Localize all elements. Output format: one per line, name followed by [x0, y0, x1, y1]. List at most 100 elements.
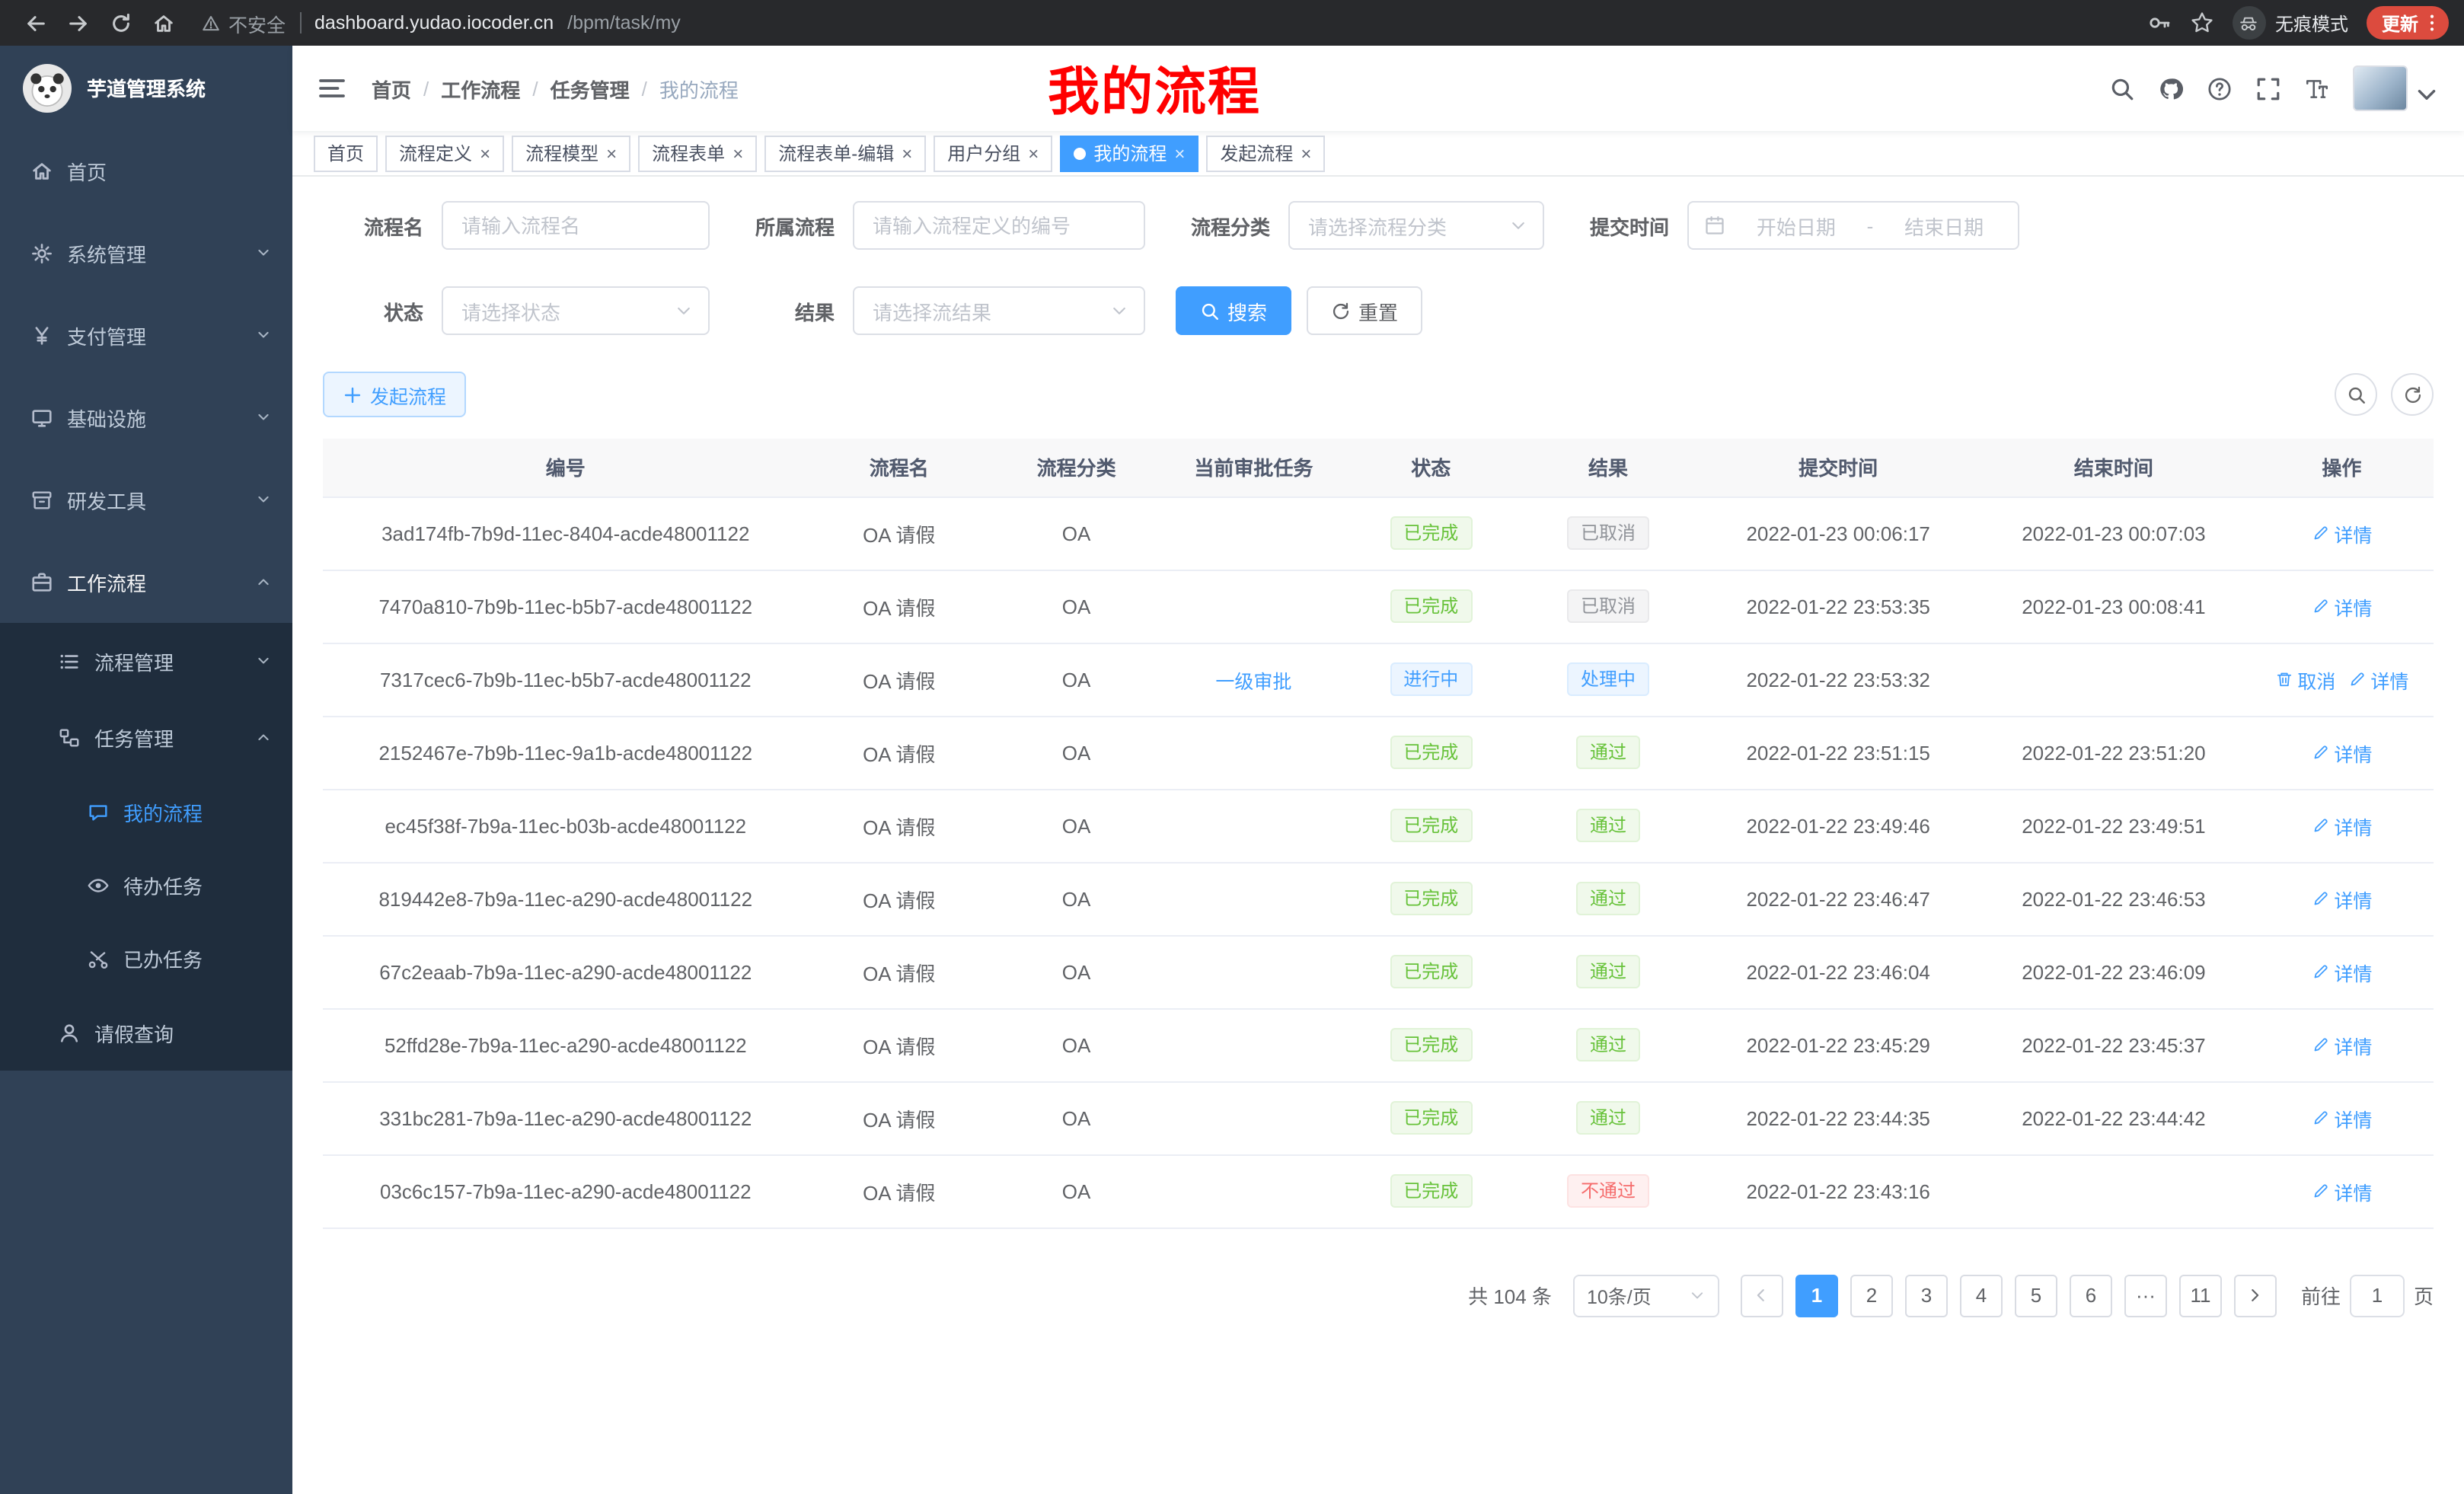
goto-page-input[interactable]: [2350, 1274, 2405, 1317]
detail-link[interactable]: 详情: [2311, 738, 2372, 767]
page-button[interactable]: 4: [1960, 1274, 2003, 1317]
sidebar-toggle-icon[interactable]: [317, 73, 347, 104]
view-tab[interactable]: 发起流程 ×: [1206, 135, 1325, 171]
sidebar-item[interactable]: 系统管理: [0, 212, 292, 294]
search-button[interactable]: 搜索: [1176, 286, 1291, 335]
close-icon[interactable]: ×: [902, 144, 912, 162]
sidebar-item[interactable]: 研发工具: [0, 458, 292, 541]
bookmark-star-icon[interactable]: [2190, 11, 2214, 35]
close-icon[interactable]: ×: [1028, 144, 1039, 162]
sidebar-menu: 首页系统管理支付管理基础设施研发工具工作流程: [0, 129, 292, 623]
page-button[interactable]: 11: [2179, 1274, 2222, 1317]
process-name-input[interactable]: [442, 201, 710, 250]
submit-time-range-picker[interactable]: 开始日期 - 结束日期: [1687, 201, 2019, 250]
view-tab[interactable]: 流程模型×: [512, 135, 630, 171]
sidebar-item[interactable]: 基础设施: [0, 376, 292, 458]
page-size-select[interactable]: 10条/页: [1573, 1274, 1719, 1317]
sidebar-item[interactable]: 工作流程: [0, 541, 292, 623]
sidebar-item[interactable]: 请假查询: [0, 994, 292, 1071]
sidebar-item[interactable]: 已办任务: [0, 921, 292, 994]
breadcrumb-item[interactable]: 工作流程: [441, 74, 520, 103]
address-bar[interactable]: 不安全 dashboard.yudao.iocoder.cn/bpm/task/…: [201, 8, 2144, 37]
security-indicator[interactable]: 不安全: [201, 8, 286, 37]
page-button[interactable]: 3: [1905, 1274, 1948, 1317]
page-size-value: 10条/页: [1587, 1281, 1652, 1310]
detail-link[interactable]: 详情: [2311, 1030, 2372, 1059]
view-tab[interactable]: 用户分组×: [934, 135, 1052, 171]
column-header: 流程分类: [990, 439, 1163, 496]
refresh-table-button[interactable]: [2391, 373, 2434, 416]
breadcrumb-item[interactable]: 任务管理: [551, 74, 630, 103]
github-icon[interactable]: [2158, 75, 2184, 101]
close-icon[interactable]: ×: [732, 144, 743, 162]
edit-icon: [2311, 597, 2329, 615]
search-icon: [2346, 385, 2366, 404]
sidebar-item[interactable]: 待办任务: [0, 848, 292, 921]
view-tab[interactable]: 流程定义×: [385, 135, 504, 171]
goto-suffix: 页: [2414, 1281, 2434, 1310]
browser-back-button[interactable]: [15, 3, 55, 43]
breadcrumb: 首页/工作流程/任务管理/我的流程: [372, 74, 739, 103]
cancel-link[interactable]: 取消: [2274, 665, 2335, 694]
app-logo[interactable]: 芋道管理系统: [0, 46, 292, 129]
close-icon[interactable]: ×: [480, 144, 490, 162]
browser-update-button[interactable]: 更新: [2367, 6, 2449, 40]
sidebar-item[interactable]: 支付管理: [0, 294, 292, 376]
detail-link[interactable]: 详情: [2311, 1176, 2372, 1205]
view-tab-label: 发起流程: [1220, 140, 1293, 166]
browser-forward-button[interactable]: [58, 3, 97, 43]
detail-link[interactable]: 详情: [2311, 884, 2372, 913]
prev-page-button[interactable]: [1741, 1274, 1783, 1317]
detail-link[interactable]: 详情: [2311, 1103, 2372, 1132]
result-select[interactable]: 请选择流结果: [853, 286, 1145, 335]
view-tab[interactable]: 首页: [314, 135, 378, 171]
reset-button[interactable]: 重置: [1307, 286, 1422, 335]
breadcrumb-item[interactable]: 首页: [372, 74, 411, 103]
sidebar-item[interactable]: 任务管理: [0, 699, 292, 775]
cell-result: 处理中: [1518, 643, 1699, 716]
header-search-icon[interactable]: [2109, 75, 2135, 101]
password-key-icon[interactable]: [2147, 11, 2172, 35]
status-select[interactable]: 请选择状态: [442, 286, 710, 335]
page-button[interactable]: 1: [1795, 1274, 1838, 1317]
plus-icon: [343, 385, 362, 404]
user-menu[interactable]: [2353, 65, 2440, 111]
cell-result: 不通过: [1518, 1154, 1699, 1227]
browser-home-button[interactable]: [143, 3, 183, 43]
view-tab[interactable]: 流程表单×: [638, 135, 757, 171]
category-select[interactable]: 请选择流程分类: [1288, 201, 1544, 250]
font-size-icon[interactable]: [2304, 75, 2330, 101]
url-host: dashboard.yudao.iocoder.cn: [314, 12, 554, 34]
sidebar-item[interactable]: 流程管理: [0, 623, 292, 699]
current-task-link[interactable]: 一级审批: [1215, 665, 1291, 694]
fullscreen-icon[interactable]: [2255, 75, 2281, 101]
next-page-button[interactable]: [2234, 1274, 2277, 1317]
close-icon[interactable]: ×: [1174, 144, 1185, 162]
toggle-search-button[interactable]: [2335, 373, 2377, 416]
column-header: 当前审批任务: [1163, 439, 1344, 496]
sidebar-item[interactable]: 首页: [0, 129, 292, 212]
chevron-down-icon: [1110, 302, 1128, 320]
detail-link[interactable]: 详情: [2311, 519, 2372, 547]
detail-link[interactable]: 详情: [2311, 811, 2372, 840]
view-tab[interactable]: 我的流程×: [1060, 135, 1198, 171]
view-tab[interactable]: 流程表单-编辑×: [764, 135, 926, 171]
page-button[interactable]: 6: [2070, 1274, 2112, 1317]
column-header: 操作: [2250, 439, 2434, 496]
browser-reload-button[interactable]: [101, 3, 140, 43]
process-def-input[interactable]: [853, 201, 1145, 250]
detail-link[interactable]: 详情: [2311, 957, 2372, 986]
done-icon: [87, 947, 110, 969]
incognito-profile[interactable]: 无痕模式: [2233, 6, 2348, 40]
close-icon[interactable]: ×: [1301, 144, 1311, 162]
page-ellipsis[interactable]: ···: [2124, 1274, 2167, 1317]
edit-icon: [2311, 1109, 2329, 1127]
docs-help-icon[interactable]: [2207, 75, 2233, 101]
page-button[interactable]: 5: [2015, 1274, 2057, 1317]
close-icon[interactable]: ×: [606, 144, 617, 162]
create-process-button[interactable]: 发起流程: [323, 372, 466, 417]
detail-link[interactable]: 详情: [2348, 665, 2408, 694]
detail-link[interactable]: 详情: [2311, 592, 2372, 621]
sidebar-item[interactable]: 我的流程: [0, 775, 292, 848]
page-button[interactable]: 2: [1850, 1274, 1893, 1317]
